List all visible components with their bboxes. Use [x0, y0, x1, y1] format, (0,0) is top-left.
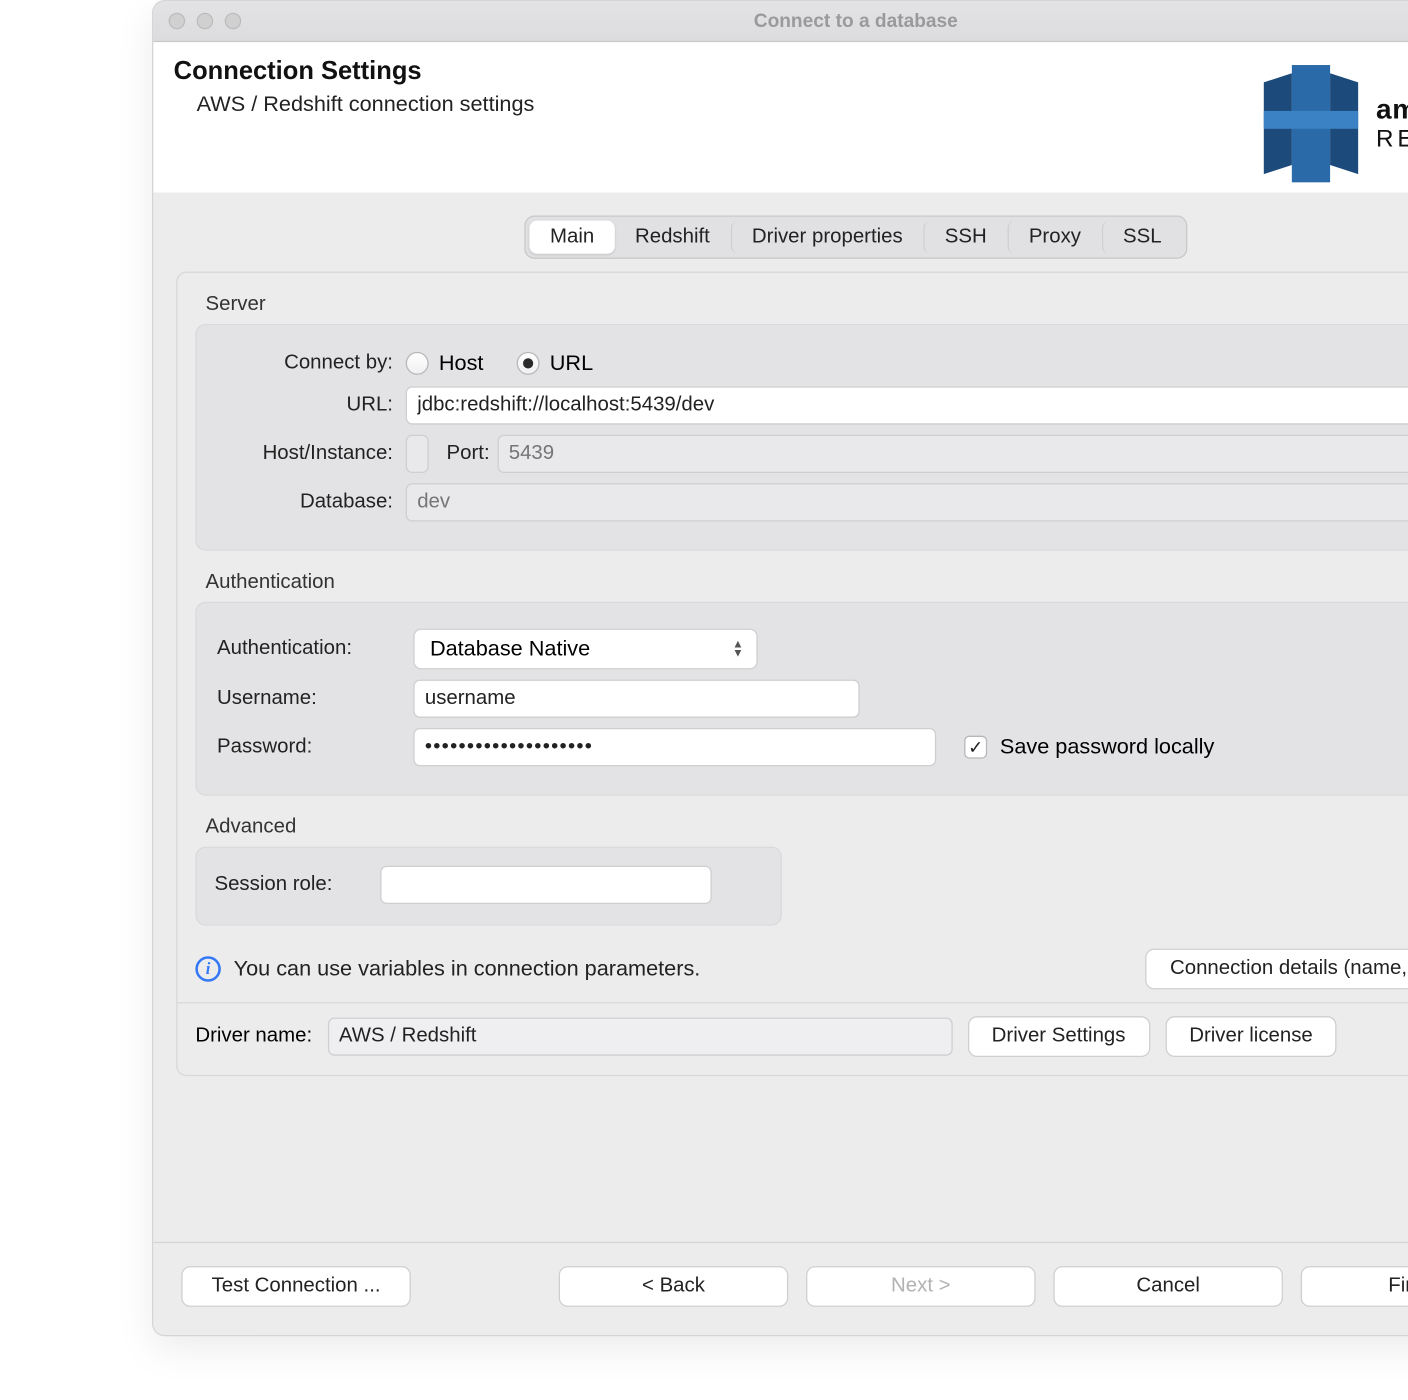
save-password-label: Save password locally [1000, 734, 1214, 760]
tab-bar: Main Redshift Driver properties SSH Prox… [176, 215, 1408, 258]
main-panel: Server Connect by: Host URL [176, 272, 1408, 1077]
authentication-label: Authentication: [214, 638, 400, 661]
tab-main[interactable]: Main [530, 221, 615, 254]
group-title-server: Server [206, 293, 1408, 316]
cancel-button[interactable]: Cancel [1053, 1266, 1282, 1307]
radio-icon [517, 352, 540, 375]
tab-driver-properties[interactable]: Driver properties [730, 221, 923, 254]
authentication-select[interactable]: Database Native ▲▼ [413, 629, 757, 670]
variables-hint: You can use variables in connection para… [234, 956, 701, 982]
authentication-value: Database Native [430, 636, 590, 662]
connection-details-button[interactable]: Connection details (name, type, ... ) [1146, 949, 1408, 990]
group-title-auth: Authentication [206, 571, 1408, 594]
session-role-input[interactable] [380, 866, 712, 904]
body: Main Redshift Driver properties SSH Prox… [153, 193, 1408, 1242]
tab-redshift[interactable]: Redshift [615, 221, 731, 254]
port-label: Port: [429, 442, 498, 465]
save-password-checkbox[interactable]: ✓ Save password locally [964, 734, 1214, 760]
dialog-window: Connect to a database Connection Setting… [152, 0, 1408, 1336]
logo-text-1: amazon [1376, 93, 1408, 126]
group-title-advanced: Advanced [206, 816, 1408, 839]
url-label: URL: [214, 394, 392, 417]
url-input[interactable] [406, 386, 1408, 424]
username-label: Username: [214, 687, 400, 710]
header: Connection Settings AWS / Redshift conne… [153, 42, 1408, 192]
separator [178, 1002, 1408, 1003]
database-label: Database: [214, 491, 392, 514]
test-connection-button[interactable]: Test Connection ... [181, 1266, 410, 1307]
finish-button[interactable]: Finish [1301, 1266, 1408, 1307]
tab-proxy[interactable]: Proxy [1007, 221, 1101, 254]
amazon-redshift-icon [1264, 62, 1358, 184]
wizard-footer: Test Connection ... < Back Next > Cancel… [153, 1242, 1408, 1335]
port-input[interactable] [497, 435, 1408, 473]
radio-label-host: Host [439, 351, 484, 377]
password-label: Password: [214, 736, 400, 759]
server-group: Connect by: Host URL URL: [195, 324, 1408, 551]
connect-by-url-radio[interactable]: URL [517, 351, 594, 377]
page-subheading: AWS / Redshift connection settings [197, 92, 535, 118]
next-button: Next > [806, 1266, 1035, 1307]
host-input[interactable] [406, 435, 429, 473]
checkmark-icon: ✓ [964, 736, 987, 759]
connect-by-label: Connect by: [214, 352, 392, 375]
logo-text-2: REDSHIFT [1376, 126, 1408, 154]
radio-label-url: URL [550, 351, 593, 377]
database-input[interactable] [406, 483, 1408, 521]
window-title: Connect to a database [153, 10, 1408, 32]
connect-by-host-radio[interactable]: Host [406, 351, 484, 377]
driver-name-label: Driver name: [195, 1025, 312, 1048]
password-input[interactable] [413, 728, 936, 766]
back-button[interactable]: < Back [559, 1266, 789, 1307]
titlebar: Connect to a database [153, 1, 1408, 42]
driver-logo: amazon REDSHIFT [1264, 57, 1408, 185]
tab-ssh[interactable]: SSH [923, 221, 1007, 254]
session-role-label: Session role: [214, 873, 367, 896]
radio-icon [406, 352, 429, 375]
auth-group: Authentication: Database Native ▲▼ Usern… [195, 602, 1408, 796]
tab-ssl[interactable]: SSL [1101, 221, 1182, 254]
driver-license-button[interactable]: Driver license [1165, 1016, 1337, 1057]
advanced-group: Session role: [195, 847, 782, 926]
chevron-up-down-icon: ▲▼ [732, 640, 743, 658]
driver-settings-button[interactable]: Driver Settings [967, 1016, 1149, 1057]
info-icon: i [195, 956, 221, 982]
driver-name-input[interactable] [327, 1017, 952, 1055]
page-heading: Connection Settings [174, 57, 535, 86]
username-input[interactable] [413, 680, 859, 718]
host-label: Host/Instance: [214, 442, 392, 465]
